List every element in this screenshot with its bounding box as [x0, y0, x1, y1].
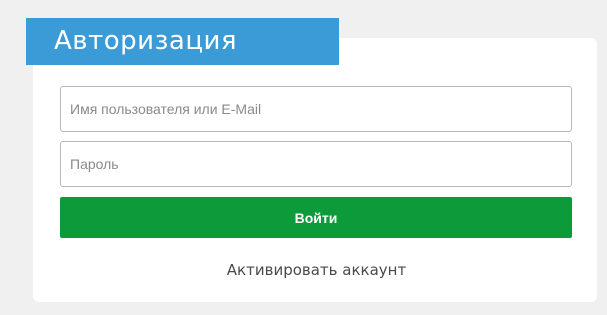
username-input[interactable]	[60, 86, 572, 132]
password-input[interactable]	[60, 141, 572, 187]
login-title: Авторизация	[26, 18, 339, 65]
activate-account-link[interactable]: Активировать аккаунт	[0, 261, 607, 279]
login-page: Авторизация Войти Активировать аккаунт	[0, 0, 607, 315]
login-button[interactable]: Войти	[60, 197, 572, 238]
